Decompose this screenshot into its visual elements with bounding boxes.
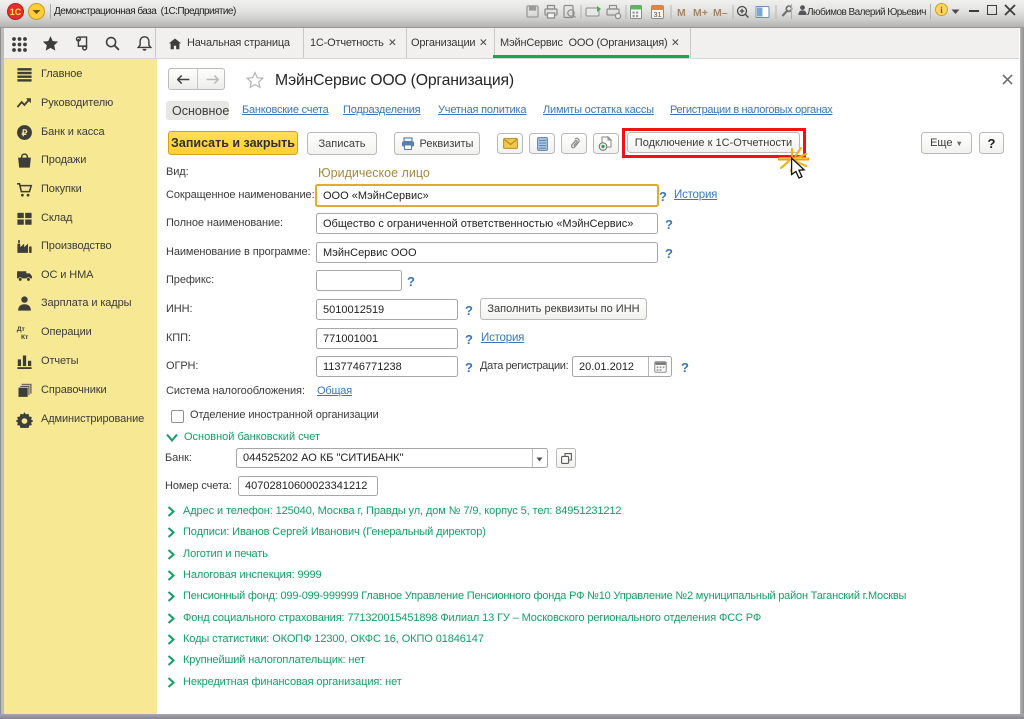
svg-text:Кт: Кт <box>21 334 29 341</box>
svg-text:31: 31 <box>653 10 661 19</box>
svg-text:M+: M+ <box>693 7 708 19</box>
svg-text:M–: M– <box>713 7 728 19</box>
svg-text:M: M <box>677 7 686 19</box>
svg-text:1C: 1C <box>10 7 22 17</box>
svg-text:₽: ₽ <box>22 128 28 138</box>
svg-text:Дт: Дт <box>17 326 26 333</box>
